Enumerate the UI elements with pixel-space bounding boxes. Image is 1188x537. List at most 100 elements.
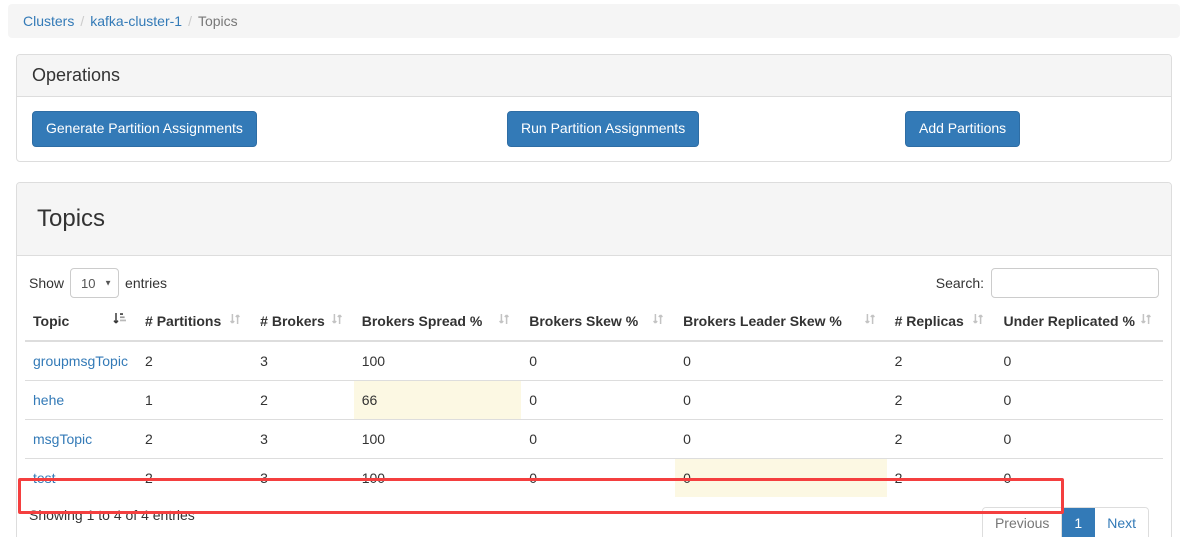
generate-partition-assignments-button[interactable]: Generate Partition Assignments [32, 111, 257, 147]
topics-title: Topics [37, 205, 1151, 233]
column-header-brokers-leader-skew[interactable]: Brokers Leader Skew % [675, 304, 886, 341]
cell-brokers-skew: 0 [521, 458, 675, 497]
length-menu-suffix-label: entries [125, 275, 167, 291]
table-row: hehe 1 2 66 0 0 2 0 [25, 380, 1163, 419]
breadcrumb-separator: / [182, 13, 198, 29]
cell-under-replicated: 0 [995, 419, 1163, 458]
topics-header-row: Topic # Partitions [25, 304, 1163, 341]
cell-brokers-leader-skew: 0 [675, 341, 886, 381]
column-header-label: Topic [33, 313, 69, 329]
topics-table-head: Topic # Partitions [25, 304, 1163, 341]
topic-link[interactable]: hehe [33, 392, 64, 408]
table-row: test 2 3 100 0 0 2 0 [25, 458, 1163, 497]
column-header-label: Brokers Leader Skew % [683, 313, 842, 329]
column-header-replicas[interactable]: # Replicas [887, 304, 996, 341]
topics-panel-body: Show 10 ▼ entries Search: [17, 262, 1171, 537]
pagination-previous-button[interactable]: Previous [983, 508, 1062, 537]
topics-panel: Topics Show 10 ▼ entries Search: [16, 182, 1172, 537]
cell-topic: groupmsgTopic [25, 341, 137, 381]
operations-panel-body: Generate Partition Assignments Run Parti… [17, 97, 1171, 161]
cell-brokers-spread: 66 [354, 380, 522, 419]
column-header-brokers-skew[interactable]: Brokers Skew % [521, 304, 675, 341]
length-menu-prefix-label: Show [29, 275, 64, 291]
entries-info: Showing 1 to 4 of 4 entries [29, 507, 195, 523]
column-header-under-replicated[interactable]: Under Replicated % [995, 304, 1163, 341]
column-header-label: Brokers Skew % [529, 313, 638, 329]
column-header-partitions[interactable]: # Partitions [137, 304, 252, 341]
sort-icon [330, 312, 344, 326]
cell-brokers-spread: 100 [354, 458, 522, 497]
topics-table-body: groupmsgTopic 2 3 100 0 0 2 0 hehe 1 2 6… [25, 341, 1163, 497]
table-row: msgTopic 2 3 100 0 0 2 0 [25, 419, 1163, 458]
cell-topic: msgTopic [25, 419, 137, 458]
column-header-brokers-spread[interactable]: Brokers Spread % [354, 304, 522, 341]
cell-brokers-spread: 100 [354, 341, 522, 381]
pagination-next-button[interactable]: Next [1095, 508, 1148, 537]
breadcrumb-separator: / [74, 13, 90, 29]
breadcrumb-item-clusters[interactable]: Clusters [23, 13, 74, 29]
cell-replicas: 2 [887, 380, 996, 419]
search-input[interactable] [991, 268, 1159, 298]
topic-link[interactable]: groupmsgTopic [33, 353, 128, 369]
breadcrumb-item-kafka-cluster-1[interactable]: kafka-cluster-1 [90, 13, 182, 29]
breadcrumb-item-topics: Topics [198, 13, 238, 29]
sort-icon [863, 312, 877, 326]
topics-table: Topic # Partitions [25, 304, 1163, 497]
cell-partitions: 2 [137, 419, 252, 458]
operations-panel-heading: Operations [17, 55, 1171, 97]
cell-brokers-spread: 100 [354, 419, 522, 458]
datatable-footer: Showing 1 to 4 of 4 entries Previous 1 N… [25, 497, 1163, 537]
sort-icon [651, 312, 665, 326]
column-header-label: # Partitions [145, 313, 221, 329]
cell-partitions: 2 [137, 458, 252, 497]
sort-icon [971, 312, 985, 326]
cell-replicas: 2 [887, 419, 996, 458]
topic-link[interactable]: msgTopic [33, 431, 92, 447]
cell-under-replicated: 0 [995, 341, 1163, 381]
cell-replicas: 2 [887, 458, 996, 497]
table-row: groupmsgTopic 2 3 100 0 0 2 0 [25, 341, 1163, 381]
operations-button-row: Generate Partition Assignments Run Parti… [32, 112, 1156, 146]
cell-partitions: 1 [137, 380, 252, 419]
length-menu-select-wrapper: 10 ▼ [70, 268, 119, 298]
cell-topic: test [25, 458, 137, 497]
cell-topic: hehe [25, 380, 137, 419]
pagination: Previous 1 Next [982, 507, 1149, 537]
entries-per-page-select[interactable]: 10 [70, 268, 119, 298]
column-header-label: Brokers Spread % [362, 313, 483, 329]
cell-brokers-leader-skew: 0 [675, 380, 886, 419]
datatable-controls: Show 10 ▼ entries Search: [25, 262, 1163, 304]
sort-icon [1139, 312, 1153, 326]
cell-brokers-skew: 0 [521, 341, 675, 381]
breadcrumb: Clusters / kafka-cluster-1 / Topics [8, 4, 1180, 38]
pagination-page-1-button[interactable]: 1 [1062, 508, 1095, 537]
sort-icon [497, 312, 511, 326]
column-header-topic[interactable]: Topic [25, 304, 137, 341]
cell-brokers: 3 [252, 341, 354, 381]
cell-under-replicated: 0 [995, 458, 1163, 497]
run-partition-assignments-button[interactable]: Run Partition Assignments [507, 111, 699, 147]
cell-brokers-leader-skew: 0 [675, 419, 886, 458]
operations-panel: Operations Generate Partition Assignment… [16, 54, 1172, 162]
sort-amount-asc-icon [113, 312, 127, 326]
cell-brokers: 2 [252, 380, 354, 419]
length-menu: Show 10 ▼ entries [29, 268, 167, 298]
operations-title: Operations [32, 65, 1156, 86]
cell-brokers: 3 [252, 458, 354, 497]
sort-icon [228, 312, 242, 326]
cell-replicas: 2 [887, 341, 996, 381]
column-header-label: # Brokers [260, 313, 325, 329]
cell-brokers: 3 [252, 419, 354, 458]
topics-panel-heading: Topics [17, 183, 1171, 256]
add-partitions-button[interactable]: Add Partitions [905, 111, 1020, 147]
search-filter: Search: [936, 268, 1159, 298]
topic-link[interactable]: test [33, 470, 56, 486]
column-header-label: Under Replicated % [1003, 313, 1134, 329]
cell-brokers-skew: 0 [521, 380, 675, 419]
cell-partitions: 2 [137, 341, 252, 381]
cell-under-replicated: 0 [995, 380, 1163, 419]
search-label: Search: [936, 275, 984, 291]
column-header-brokers[interactable]: # Brokers [252, 304, 354, 341]
cell-brokers-leader-skew: 0 [675, 458, 886, 497]
column-header-label: # Replicas [895, 313, 964, 329]
